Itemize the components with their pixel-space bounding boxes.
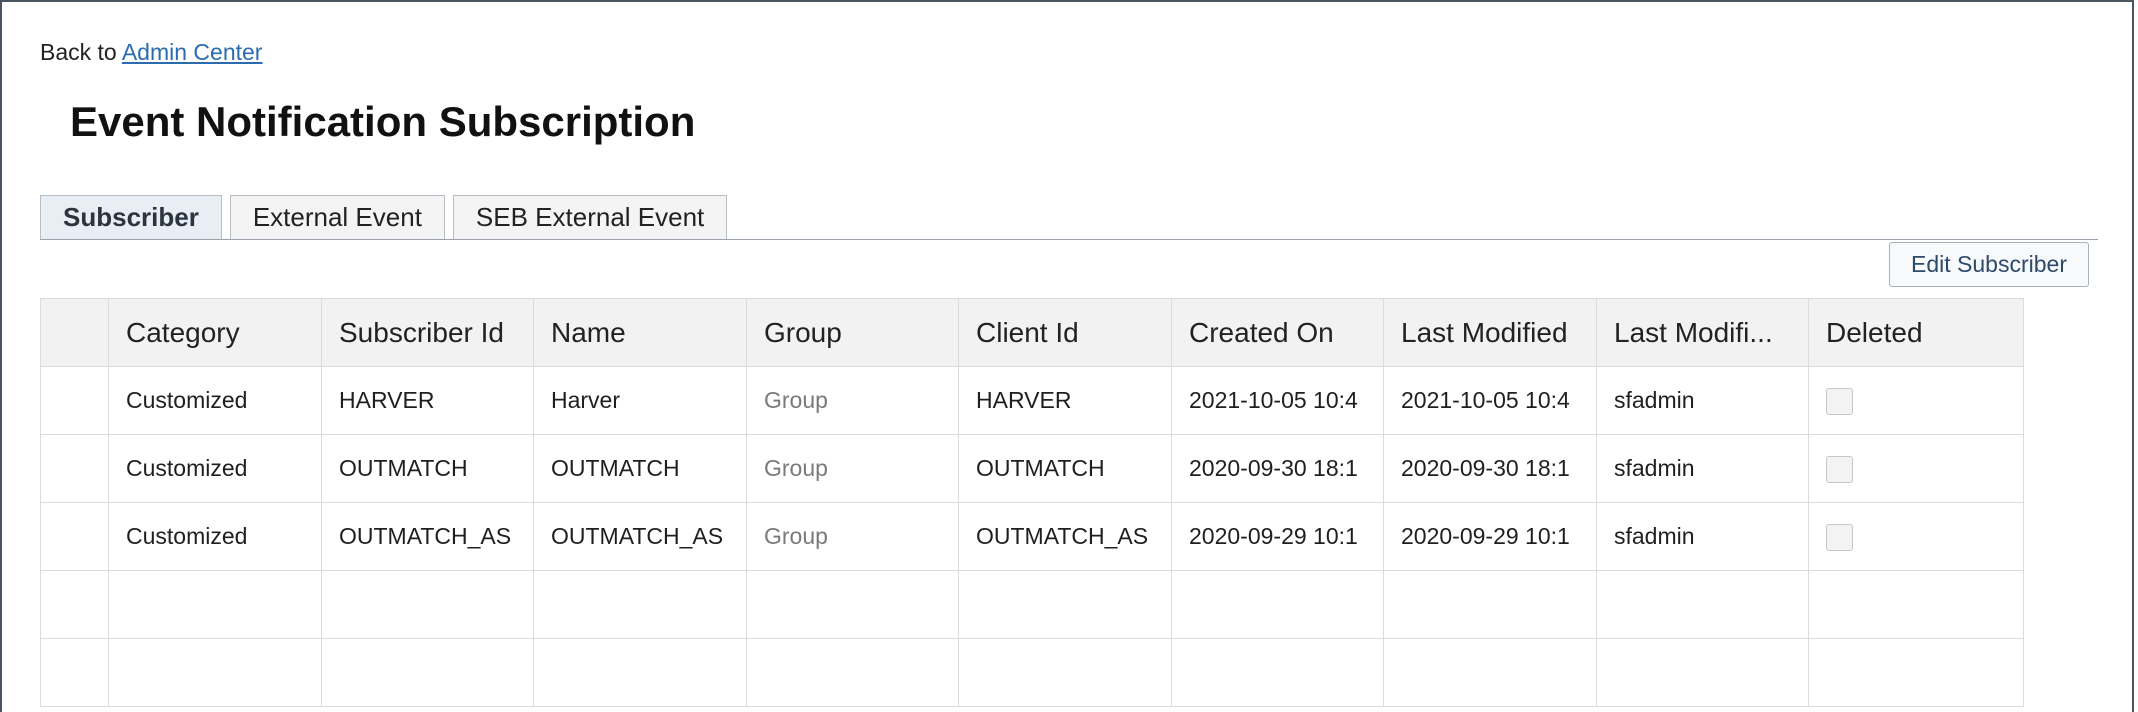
table-row[interactable]: Customized HARVER Harver Group HARVER 20… <box>40 366 2024 435</box>
cell-deleted <box>1808 366 2024 435</box>
column-header-category[interactable]: Category <box>108 298 322 367</box>
empty-cell <box>1596 570 1809 639</box>
cell-created-on: 2020-09-30 18:1 <box>1171 434 1384 503</box>
empty-cell <box>321 570 534 639</box>
column-header-deleted[interactable]: Deleted <box>1808 298 2024 367</box>
empty-cell <box>533 638 747 707</box>
cell-subscriber-id: OUTMATCH_AS <box>321 502 534 571</box>
cell-created-on: 2020-09-29 10:1 <box>1171 502 1384 571</box>
cell-last-modified: 2020-09-29 10:1 <box>1383 502 1597 571</box>
empty-cell <box>1808 570 2024 639</box>
empty-cell <box>108 570 322 639</box>
back-prefix: Back to <box>40 39 122 65</box>
empty-cell <box>1171 638 1384 707</box>
empty-cell <box>746 638 959 707</box>
cell-client-id: OUTMATCH <box>958 434 1172 503</box>
subscriber-table: Category Subscriber Id Name Group Client… <box>40 298 2024 707</box>
empty-cell <box>1383 638 1597 707</box>
empty-cell <box>958 570 1172 639</box>
row-selector[interactable] <box>40 366 109 435</box>
cell-group[interactable]: Group <box>746 434 959 503</box>
empty-cell <box>533 570 747 639</box>
cell-name: Harver <box>533 366 747 435</box>
cell-category: Customized <box>108 502 322 571</box>
cell-last-modified: 2020-09-30 18:1 <box>1383 434 1597 503</box>
deleted-checkbox[interactable] <box>1826 523 1853 551</box>
empty-table-row <box>40 638 2024 707</box>
cell-last-modified-by: sfadmin <box>1596 502 1809 571</box>
cell-group[interactable]: Group <box>746 366 959 435</box>
column-header-last-modified[interactable]: Last Modified <box>1383 298 1597 367</box>
row-selector <box>40 570 109 639</box>
tab-external-event[interactable]: External Event <box>229 195 445 239</box>
empty-cell <box>1383 570 1597 639</box>
row-selector <box>40 638 109 707</box>
cell-deleted <box>1808 434 2024 503</box>
table-row[interactable]: Customized OUTMATCH OUTMATCH Group OUTMA… <box>40 434 2024 503</box>
cell-deleted <box>1808 502 2024 571</box>
select-column-header[interactable] <box>40 298 109 367</box>
tab-subscriber[interactable]: Subscriber <box>40 195 222 239</box>
empty-cell <box>1808 638 2024 707</box>
cell-last-modified: 2021-10-05 10:4 <box>1383 366 1597 435</box>
empty-cell <box>1171 570 1384 639</box>
column-header-created-on[interactable]: Created On <box>1171 298 1384 367</box>
cell-last-modified-by: sfadmin <box>1596 434 1809 503</box>
table-header-row: Category Subscriber Id Name Group Client… <box>40 298 2024 367</box>
cell-subscriber-id: OUTMATCH <box>321 434 534 503</box>
cell-name: OUTMATCH <box>533 434 747 503</box>
deleted-checkbox[interactable] <box>1826 387 1853 415</box>
empty-cell <box>746 570 959 639</box>
cell-last-modified-by: sfadmin <box>1596 366 1809 435</box>
edit-subscriber-button[interactable]: Edit Subscriber <box>1889 242 2089 287</box>
empty-cell <box>108 638 322 707</box>
cell-subscriber-id: HARVER <box>321 366 534 435</box>
empty-table-row <box>40 570 2024 639</box>
cell-client-id: HARVER <box>958 366 1172 435</box>
cell-name: OUTMATCH_AS <box>533 502 747 571</box>
back-navigation: Back to Admin Center <box>40 39 262 66</box>
tab-divider <box>40 239 2098 240</box>
empty-cell <box>321 638 534 707</box>
admin-center-link[interactable]: Admin Center <box>122 39 263 65</box>
row-selector[interactable] <box>40 434 109 503</box>
tab-bar: Subscriber External Event SEB External E… <box>40 195 728 240</box>
cell-client-id: OUTMATCH_AS <box>958 502 1172 571</box>
column-header-name[interactable]: Name <box>533 298 747 367</box>
column-header-last-modified-by[interactable]: Last Modifi... <box>1596 298 1809 367</box>
cell-group[interactable]: Group <box>746 502 959 571</box>
deleted-checkbox[interactable] <box>1826 455 1853 483</box>
tab-seb-external-event[interactable]: SEB External Event <box>452 195 728 239</box>
empty-cell <box>1596 638 1809 707</box>
cell-category: Customized <box>108 366 322 435</box>
cell-category: Customized <box>108 434 322 503</box>
column-header-subscriber-id[interactable]: Subscriber Id <box>321 298 534 367</box>
row-selector[interactable] <box>40 502 109 571</box>
cell-created-on: 2021-10-05 10:4 <box>1171 366 1384 435</box>
column-header-client-id[interactable]: Client Id <box>958 298 1172 367</box>
column-header-group[interactable]: Group <box>746 298 959 367</box>
page-title: Event Notification Subscription <box>70 98 696 145</box>
admin-page: Back to Admin Center Event Notification … <box>0 0 2134 712</box>
table-row[interactable]: Customized OUTMATCH_AS OUTMATCH_AS Group… <box>40 502 2024 571</box>
empty-cell <box>958 638 1172 707</box>
